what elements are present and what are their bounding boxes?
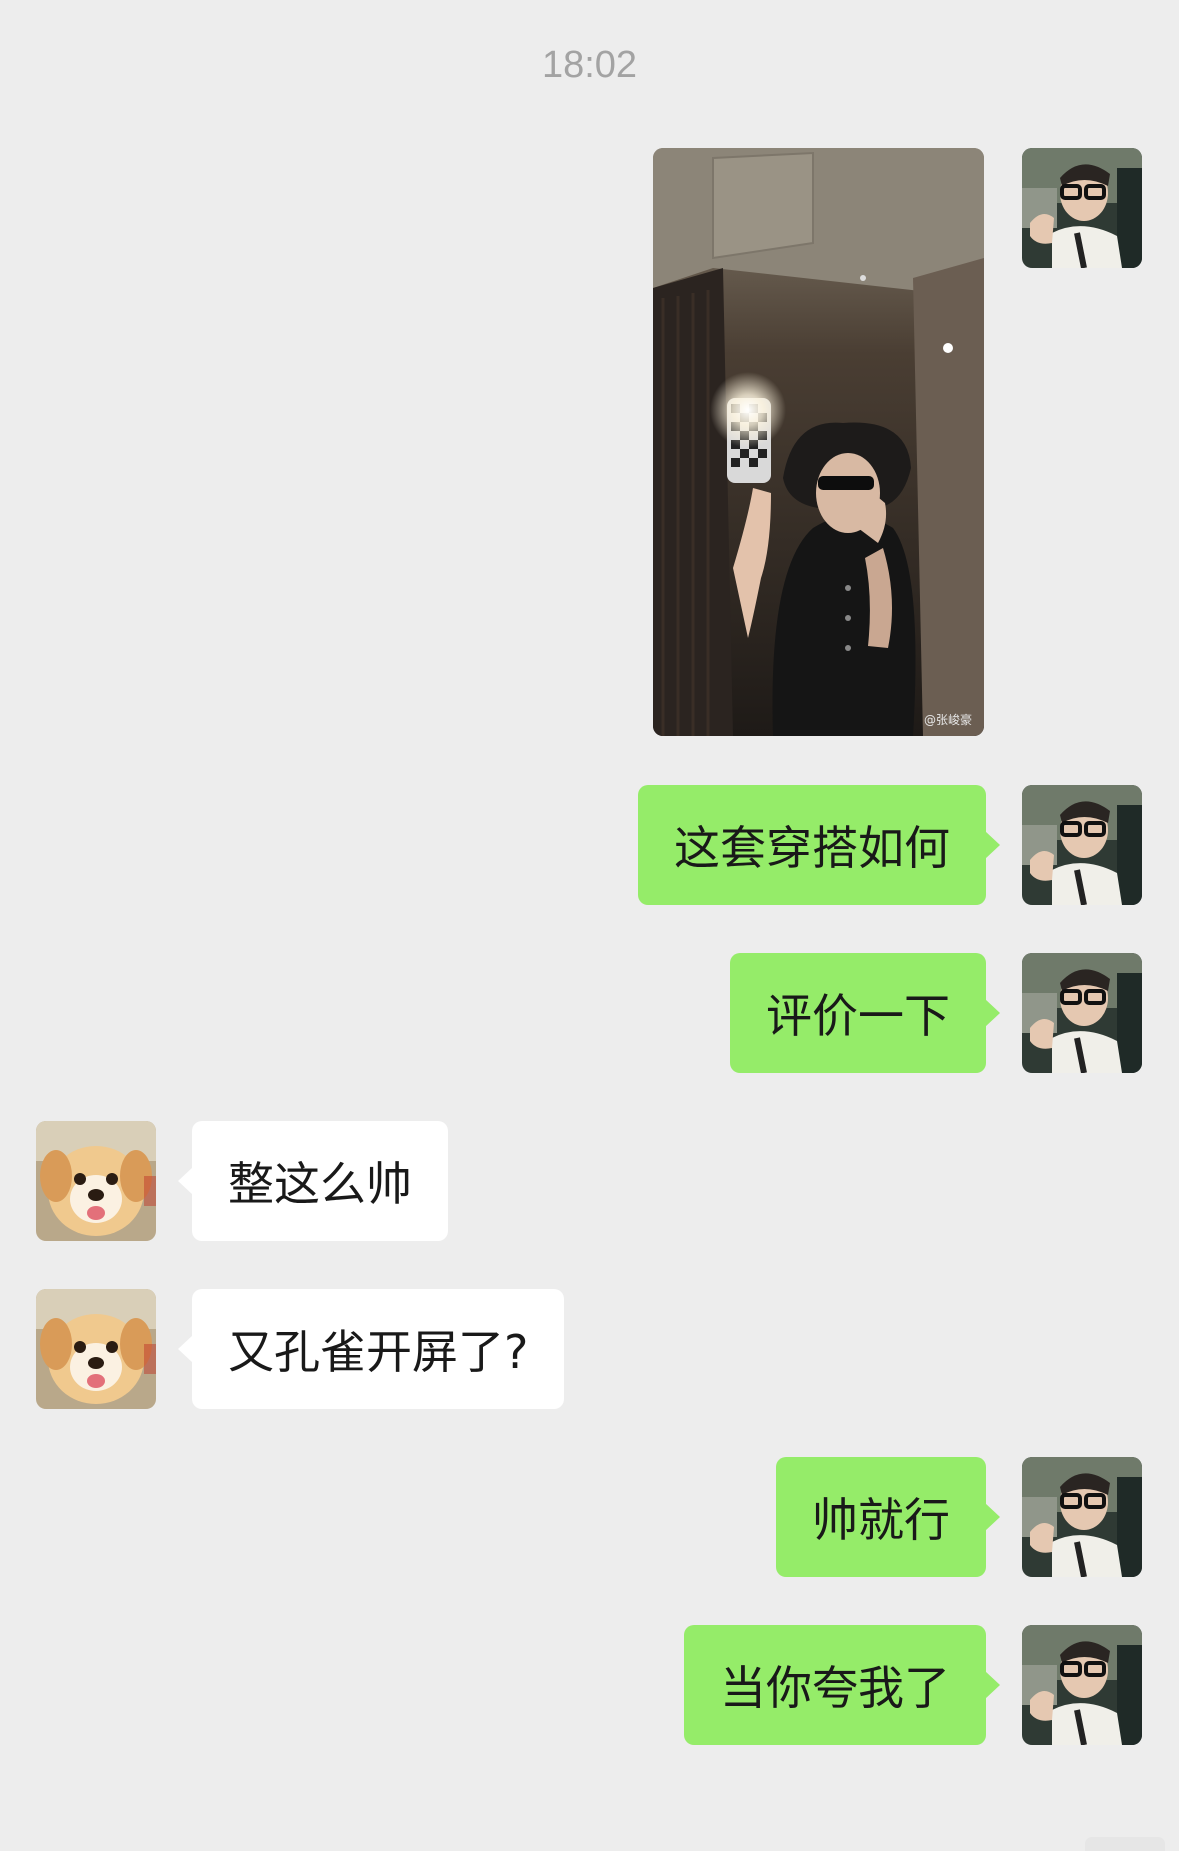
- avatar-image: [1022, 148, 1142, 268]
- avatar-image: [1022, 785, 1142, 905]
- scroll-indicator: [1085, 1837, 1165, 1851]
- my-avatar[interactable]: [1022, 148, 1142, 268]
- outgoing-message[interactable]: 当你夸我了: [684, 1625, 1000, 1745]
- photo-watermark: @张峻豪: [923, 713, 972, 727]
- friend-avatar[interactable]: [36, 1121, 156, 1241]
- message-text: 评价一下: [766, 989, 950, 1043]
- my-avatar[interactable]: [1022, 1457, 1142, 1577]
- avatar-image: [1022, 953, 1142, 1073]
- mirror-selfie-photo: [653, 148, 984, 736]
- my-avatar[interactable]: [1022, 953, 1142, 1073]
- photo-message[interactable]: @张峻豪: [653, 148, 984, 736]
- avatar-image: [1022, 1625, 1142, 1745]
- message-text: 当你夸我了: [720, 1661, 950, 1715]
- incoming-message[interactable]: 整这么帅: [178, 1121, 448, 1241]
- message-timestamp: 18:02: [541, 44, 638, 86]
- outgoing-message[interactable]: 评价一下: [730, 953, 1000, 1073]
- outgoing-message[interactable]: 帅就行: [776, 1457, 1000, 1577]
- outgoing-message[interactable]: 这套穿搭如何: [638, 785, 1000, 905]
- my-avatar[interactable]: [1022, 1625, 1142, 1745]
- friend-avatar[interactable]: [36, 1289, 156, 1409]
- avatar-image: [1022, 1457, 1142, 1577]
- my-avatar[interactable]: [1022, 785, 1142, 905]
- incoming-message[interactable]: 又孔雀开屏了?: [177, 1289, 565, 1409]
- message-text: 整这么帅: [228, 1157, 412, 1211]
- avatar-image: [36, 1121, 156, 1241]
- message-text: 这套穿搭如何: [674, 821, 950, 875]
- message-text: 又孔雀开屏了?: [228, 1325, 529, 1379]
- message-text: 帅就行: [812, 1493, 950, 1547]
- avatar-image: [36, 1289, 156, 1409]
